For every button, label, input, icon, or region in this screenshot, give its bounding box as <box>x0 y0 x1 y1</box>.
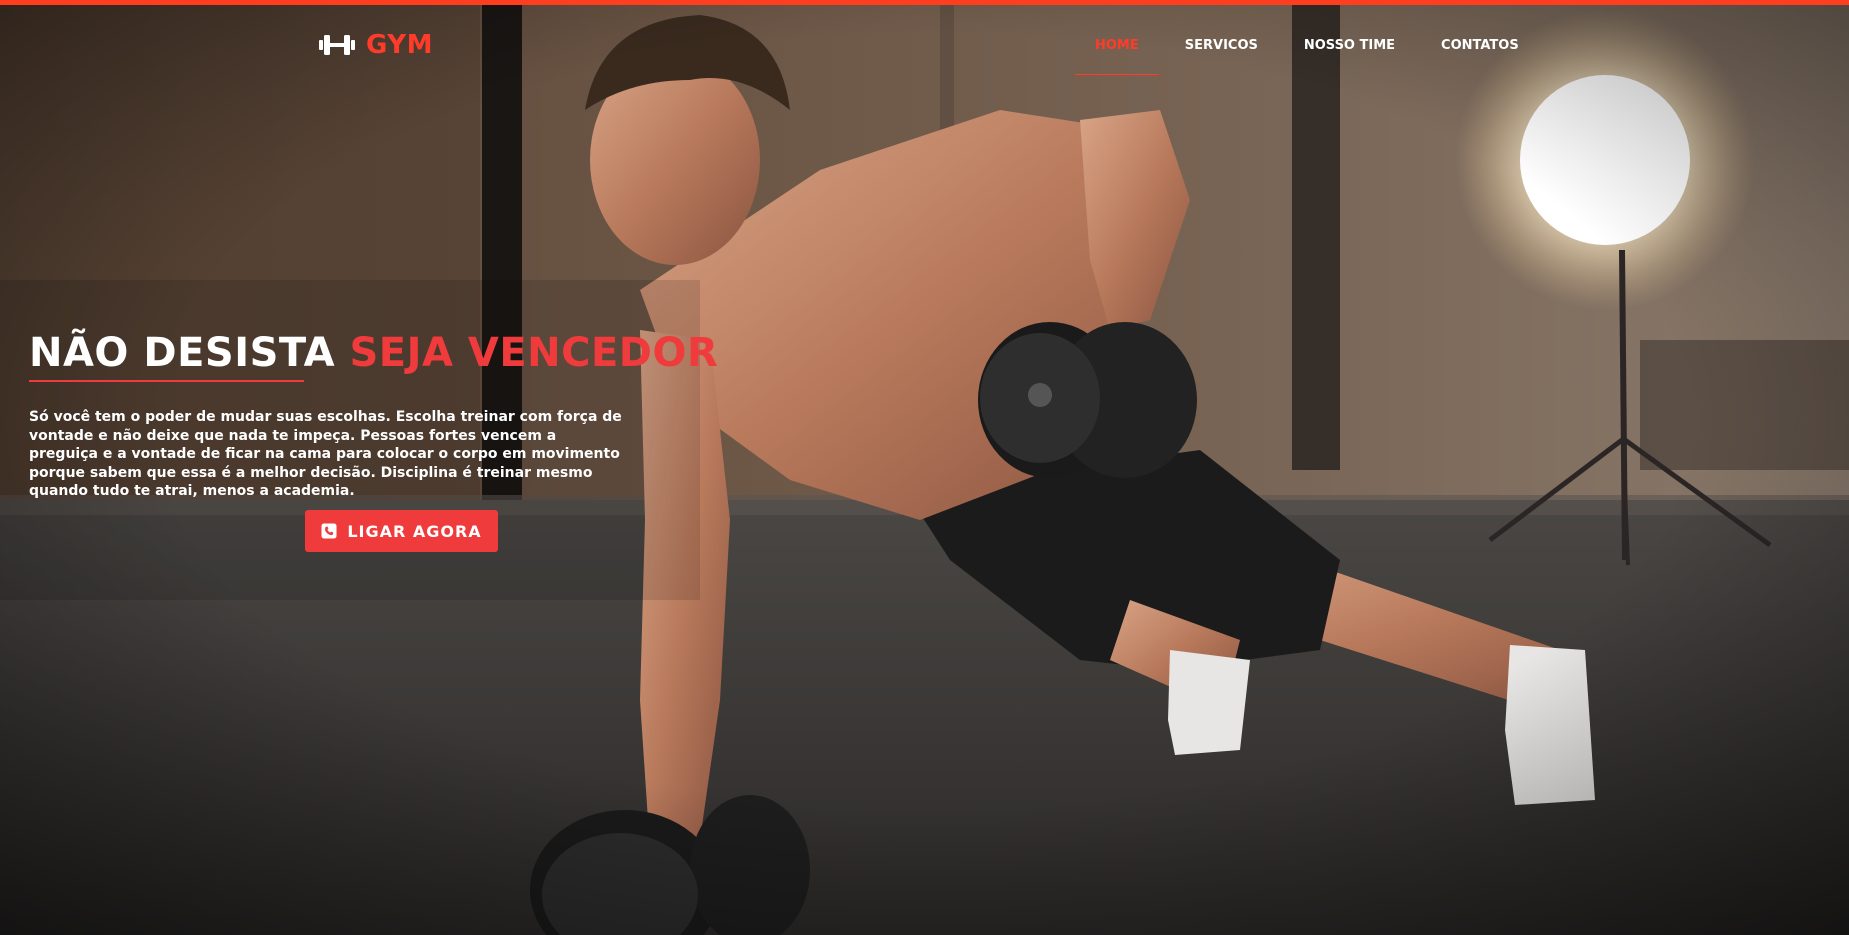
nav-item-nosso-time[interactable]: NOSSO TIME <box>1304 32 1395 75</box>
hero-headline: NÃO DESISTA SEJA VENCEDOR <box>29 330 718 376</box>
landing-page: GYM HOME SERVICOS NOSSO TIME CONTATOS NÃ… <box>0 0 1849 935</box>
brand-name: GYM <box>366 30 433 60</box>
hero-description: Só você tem o poder de mudar suas escolh… <box>29 409 622 499</box>
call-now-label: LIGAR AGORA <box>347 521 482 541</box>
nav-item-contatos[interactable]: CONTATOS <box>1441 32 1519 75</box>
top-accent-bar <box>0 0 1849 5</box>
nav-item-home[interactable]: HOME <box>1075 32 1159 75</box>
headline-underline <box>29 380 304 382</box>
main-nav: HOME SERVICOS NOSSO TIME CONTATOS <box>1075 32 1565 75</box>
dumbbell-icon <box>319 35 355 55</box>
headline-white-text: NÃO DESISTA <box>29 330 336 376</box>
nav-item-servicos[interactable]: SERVICOS <box>1185 32 1258 75</box>
phone-icon <box>321 523 337 539</box>
brand-logo[interactable]: GYM <box>318 30 433 60</box>
call-now-button[interactable]: LIGAR AGORA <box>305 510 498 552</box>
headline-accent-text: SEJA VENCEDOR <box>349 330 719 376</box>
